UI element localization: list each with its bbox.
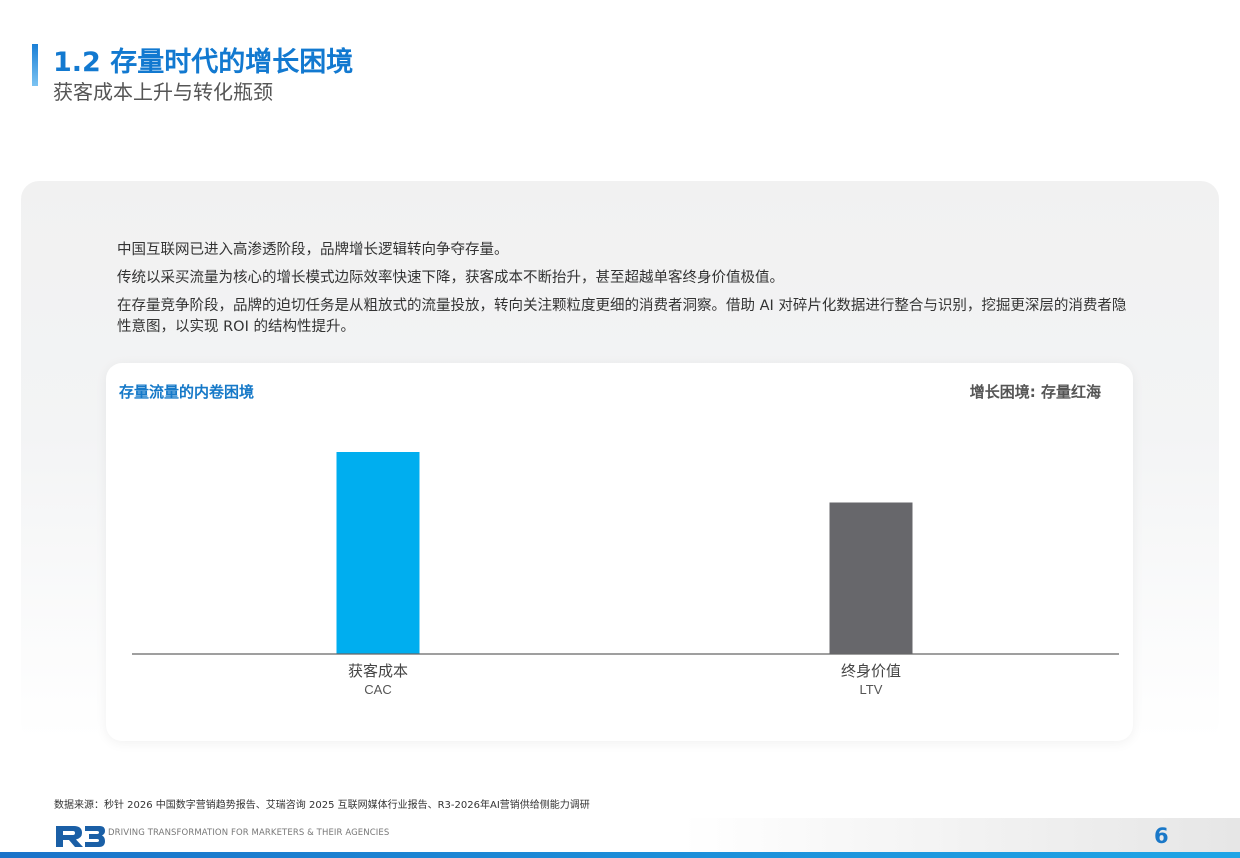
intro-paragraph-2: 传统以采买流量为核心的增长模式边际效率快速下降，获客成本不断抬升，甚至超越单客终… (117, 270, 784, 286)
category-label: 终身价值 (841, 662, 901, 680)
chart-card: 存量流量的内卷困境 增长困境: 存量红海 获客成本 CAC 终身价值 LTV (106, 363, 1133, 741)
intro-paragraph-1: 中国互联网已进入高渗透阶段，品牌增长逻辑转向争夺存量。 (117, 242, 509, 258)
page-title: 1.2 存量时代的增长困境 (53, 47, 354, 78)
page-number: 6 (1154, 824, 1169, 848)
category-sublabel: CAC (364, 682, 391, 697)
bar-ltv (829, 502, 913, 654)
r3-logo (54, 823, 106, 849)
source-note: 数据来源：秒针 2026 中国数字营销趋势报告、艾瑞咨询 2025 互联网媒体行… (54, 800, 590, 811)
category-label: 获客成本 (348, 662, 408, 680)
title-accent-bar (32, 44, 38, 86)
footer-tagline: DRIVING TRANSFORMATION FOR MARKETERS & T… (108, 828, 390, 838)
page-subtitle: 获客成本上升与转化瓶颈 (53, 80, 273, 104)
bar-chart: 获客成本 CAC 终身价值 LTV (132, 452, 1119, 697)
bar-cac (336, 452, 420, 654)
category-sublabel: LTV (860, 682, 883, 697)
footer-accent-stripe (0, 852, 1240, 858)
intro-paragraph-3: 在存量竞争阶段，品牌的迫切任务是从粗放式的流量投放，转向关注颗粒度更细的消费者洞… (117, 298, 1127, 335)
